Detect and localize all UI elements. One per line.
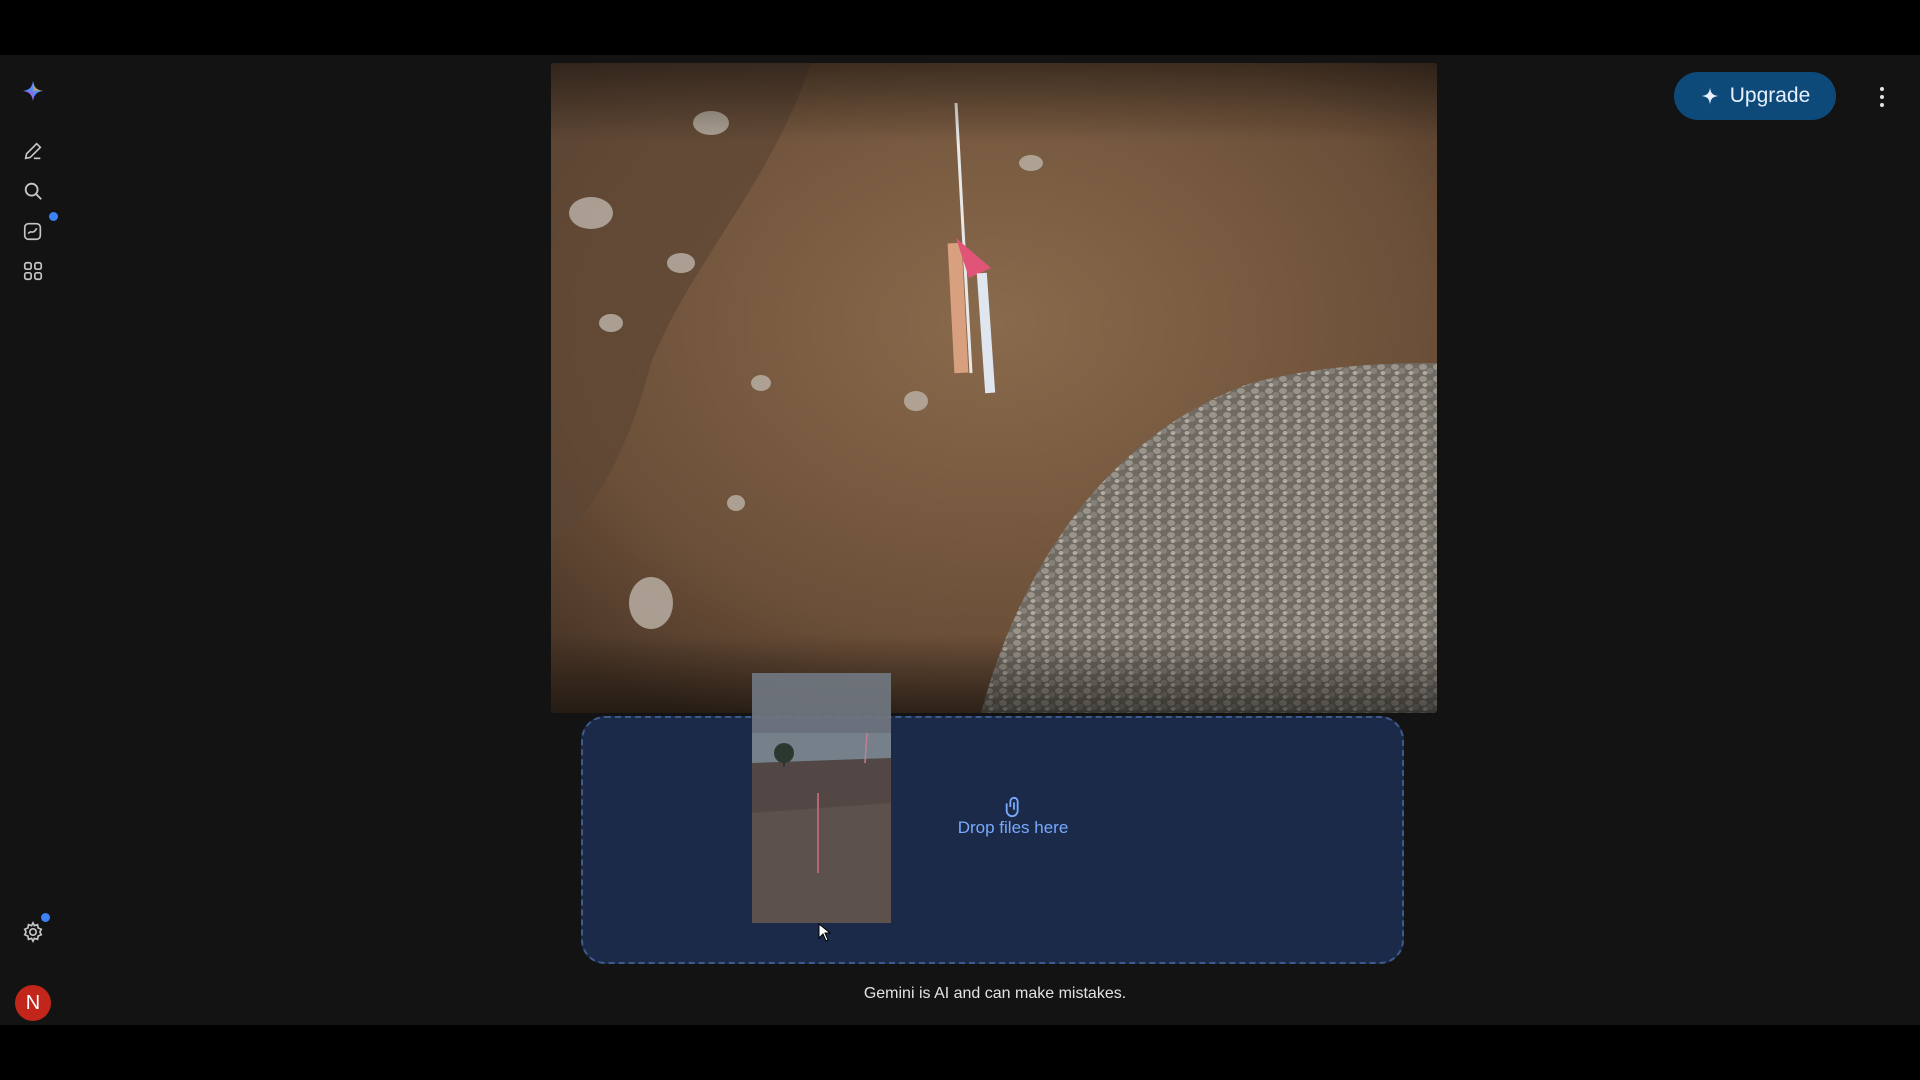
avatar[interactable]: N	[15, 985, 51, 1021]
ghost-toolbar	[611, 918, 616, 938]
notification-dot	[49, 212, 58, 221]
search-icon[interactable]	[17, 175, 49, 207]
letterbox-top	[0, 0, 1920, 55]
dragged-file-thumbnail[interactable]	[752, 673, 891, 923]
letterbox-bottom	[0, 1025, 1920, 1080]
file-dropzone[interactable]: Drop files here	[581, 716, 1404, 964]
upgrade-label: Upgrade	[1729, 84, 1811, 107]
disclaimer-text: Gemini is AI and can make mistakes.	[863, 985, 1127, 1002]
settings-notification-dot	[41, 913, 50, 922]
gemini-logo-icon[interactable]	[17, 75, 49, 107]
new-chat-icon[interactable]	[17, 135, 49, 167]
paperclip-icon	[1005, 796, 1019, 817]
uploaded-photo	[551, 63, 1437, 713]
ghost-input-placeholder	[611, 863, 616, 883]
apps-icon[interactable]	[17, 255, 49, 287]
drop-files-label: Drop files here	[957, 818, 1069, 837]
gem-icon[interactable]	[17, 215, 49, 247]
upgrade-button[interactable]: Upgrade	[1674, 72, 1836, 120]
more-options-icon[interactable]	[1866, 79, 1898, 115]
mouse-cursor-icon	[818, 923, 832, 942]
sidebar-rail: N	[0, 55, 66, 1025]
gemini-app: N Upgrade Drop files here Gemini is AI a…	[0, 55, 1920, 1025]
sparkle-icon	[1701, 87, 1719, 105]
